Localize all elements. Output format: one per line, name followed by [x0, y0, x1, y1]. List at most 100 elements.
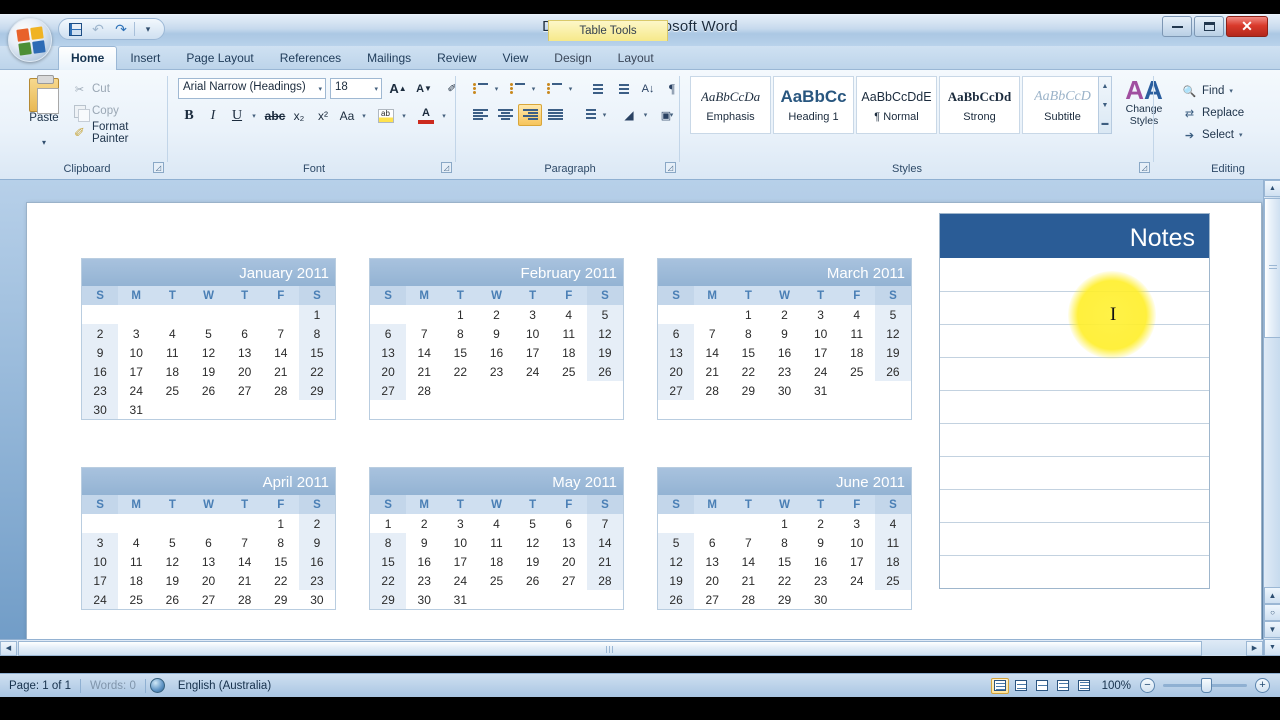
calendar-day-cell[interactable]: 8 — [442, 324, 479, 343]
word-count[interactable]: Words: 0 — [81, 677, 145, 695]
calendar-june[interactable]: June 2011 S M T W T F S 1 2 3 4 5 6 7 8 9 10 11 12 13 14 15 16… — [657, 467, 912, 610]
horizontal-scroll-thumb[interactable] — [18, 640, 1202, 656]
calendar-day-cell[interactable]: 29 — [298, 381, 335, 400]
calendar-empty-cell[interactable] — [478, 381, 515, 400]
calendar-empty-cell[interactable] — [190, 514, 227, 533]
calendar-day-cell[interactable]: 25 — [154, 381, 191, 400]
calendar-day-cell[interactable]: 25 — [838, 362, 875, 381]
calendar-day-cell[interactable]: 9 — [766, 324, 803, 343]
calendar-day-cell[interactable]: 2 — [766, 305, 803, 324]
calendar-day-cell[interactable]: 16 — [298, 552, 335, 571]
calendar-day-cell[interactable]: 23 — [82, 381, 119, 400]
multilevel-chevron-down-icon[interactable]: ▾ — [565, 78, 576, 100]
calendar-day-cell[interactable]: 15 — [730, 343, 767, 362]
calendar-day-cell[interactable]: 31 — [118, 400, 155, 419]
calendar-day-cell[interactable]: 4 — [874, 514, 911, 533]
calendar-day-cell[interactable]: 20 — [190, 571, 227, 590]
calendar-day-cell[interactable]: 7 — [262, 324, 299, 343]
calendar-empty-cell[interactable] — [838, 590, 875, 609]
calendar-day-cell[interactable]: 10 — [82, 552, 119, 571]
font-color-chevron-down-icon[interactable]: ▾ — [438, 105, 450, 127]
calendar-empty-cell[interactable] — [118, 514, 155, 533]
calendar-day-cell[interactable]: 7 — [586, 514, 623, 533]
calendar-day-cell[interactable]: 12 — [874, 324, 911, 343]
calendar-empty-cell[interactable] — [226, 514, 263, 533]
calendar-day-cell[interactable]: 28 — [694, 381, 731, 400]
decrease-indent-button[interactable] — [584, 78, 608, 100]
calendar-may[interactable]: May 2011 S M T W T F S 1 2 3 4 5 6 7 8 9 10 11 12 13 14 15 16 1… — [369, 467, 624, 610]
tab-insert[interactable]: Insert — [117, 46, 173, 70]
align-left-button[interactable] — [468, 104, 492, 126]
calendar-day-cell[interactable]: 11 — [118, 552, 155, 571]
calendar-day-cell[interactable]: 4 — [550, 305, 587, 324]
tab-layout[interactable]: Layout — [605, 46, 667, 70]
scroll-down-button[interactable]: ▼ — [1264, 639, 1280, 656]
superscript-button[interactable]: x² — [312, 105, 334, 127]
calendar-day-cell[interactable]: 3 — [802, 305, 839, 324]
calendar-empty-cell[interactable] — [586, 590, 623, 609]
calendar-day-cell[interactable]: 9 — [82, 343, 119, 362]
calendar-day-cell[interactable]: 10 — [838, 533, 875, 552]
calendar-day-cell[interactable]: 18 — [838, 343, 875, 362]
calendar-day-cell[interactable]: 7 — [694, 324, 731, 343]
calendar-day-cell[interactable]: 2 — [802, 514, 839, 533]
calendar-day-cell[interactable]: 1 — [262, 514, 299, 533]
font-size-combobox[interactable]: 18 ▾ — [330, 78, 382, 99]
calendar-day-cell[interactable]: 15 — [370, 552, 407, 571]
calendar-day-cell[interactable]: 14 — [586, 533, 623, 552]
calendar-day-cell[interactable]: 11 — [550, 324, 587, 343]
calendar-day-cell[interactable]: 27 — [658, 381, 695, 400]
calendar-day-cell[interactable]: 21 — [226, 571, 263, 590]
calendar-day-cell[interactable]: 9 — [478, 324, 515, 343]
show-formatting-marks-button[interactable]: ¶ — [660, 78, 684, 100]
numbering-chevron-down-icon[interactable]: ▾ — [528, 78, 539, 100]
calendar-day-cell[interactable]: 6 — [550, 514, 587, 533]
calendar-empty-cell[interactable] — [874, 381, 911, 400]
calendar-day-cell[interactable]: 28 — [226, 590, 263, 609]
calendar-day-cell[interactable]: 3 — [82, 533, 119, 552]
calendar-day-cell[interactable]: 21 — [406, 362, 443, 381]
outline-view-button[interactable] — [1054, 678, 1072, 694]
calendar-day-cell[interactable]: 30 — [298, 590, 335, 609]
calendar-day-cell[interactable]: 12 — [190, 343, 227, 362]
calendar-day-cell[interactable]: 11 — [838, 324, 875, 343]
calendar-day-cell[interactable]: 24 — [514, 362, 551, 381]
calendar-day-cell[interactable]: 13 — [190, 552, 227, 571]
font-color-button[interactable]: A — [414, 105, 438, 127]
calendar-day-cell[interactable]: 6 — [370, 324, 407, 343]
calendar-day-cell[interactable]: 13 — [658, 343, 695, 362]
styles-gallery-scroll[interactable]: ▲ ▼ ▬ — [1098, 76, 1112, 134]
calendar-day-cell[interactable]: 16 — [478, 343, 515, 362]
maximize-button[interactable] — [1194, 16, 1224, 37]
calendar-day-cell[interactable]: 14 — [226, 552, 263, 571]
calendar-day-cell[interactable]: 11 — [478, 533, 515, 552]
calendar-empty-cell[interactable] — [838, 381, 875, 400]
calendar-day-cell[interactable]: 19 — [190, 362, 227, 381]
calendar-january[interactable]: January 2011 S M T W T F S 1 2 3 4 5 6 7 8 9 10 11 12 13 14 1… — [81, 258, 336, 420]
tab-mailings[interactable]: Mailings — [354, 46, 424, 70]
calendar-day-cell[interactable]: 22 — [370, 571, 407, 590]
scroll-left-button[interactable]: ◀ — [0, 640, 17, 656]
calendar-day-cell[interactable]: 28 — [586, 571, 623, 590]
office-button[interactable] — [8, 18, 52, 62]
vertical-scroll-thumb[interactable] — [1264, 198, 1280, 338]
increase-indent-button[interactable] — [610, 78, 634, 100]
calendar-day-cell[interactable]: 18 — [478, 552, 515, 571]
calendar-february[interactable]: February 2011 S M T W T F S 1 2 3 4 5 6 7 8 9 10 11 12 13 14… — [369, 258, 624, 420]
calendar-day-cell[interactable]: 27 — [550, 571, 587, 590]
calendar-day-cell[interactable]: 5 — [874, 305, 911, 324]
calendar-day-cell[interactable]: 6 — [226, 324, 263, 343]
style-subtitle[interactable]: AaBbCcD Subtitle — [1022, 76, 1103, 134]
calendar-day-cell[interactable]: 2 — [298, 514, 335, 533]
calendar-day-cell[interactable]: 24 — [118, 381, 155, 400]
case-chevron-down-icon[interactable]: ▾ — [358, 105, 370, 127]
calendar-day-cell[interactable]: 3 — [442, 514, 479, 533]
calendar-day-cell[interactable]: 22 — [442, 362, 479, 381]
line-spacing-chevron-down-icon[interactable]: ▾ — [599, 104, 610, 126]
zoom-out-button[interactable]: − — [1140, 678, 1155, 693]
calendar-day-cell[interactable]: 5 — [154, 533, 191, 552]
calendar-day-cell[interactable]: 24 — [442, 571, 479, 590]
styles-dialog-launcher[interactable]: ◿ — [1139, 162, 1150, 173]
customize-qat-button[interactable]: ▾ — [138, 20, 158, 38]
strikethrough-button[interactable]: abc — [264, 105, 286, 127]
